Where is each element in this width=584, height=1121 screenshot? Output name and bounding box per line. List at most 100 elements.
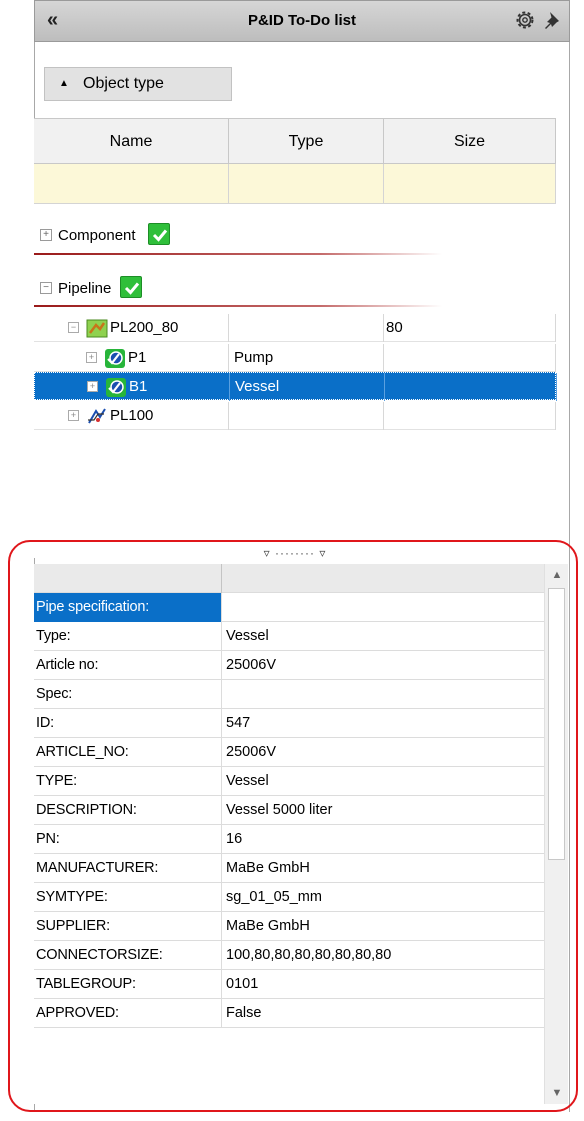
expand-icon[interactable]: +: [87, 381, 98, 392]
property-value[interactable]: [226, 593, 542, 622]
property-key: SYMTYPE:: [34, 883, 222, 912]
tree-row-pl100[interactable]: + PL100: [34, 402, 556, 430]
filter-cell-size[interactable]: [384, 164, 556, 204]
column-divider: [384, 373, 385, 401]
property-value[interactable]: False: [226, 999, 542, 1028]
property-row[interactable]: DESCRIPTION: Vessel 5000 liter: [34, 796, 544, 825]
property-key: ARTICLE_NO:: [34, 738, 222, 767]
property-value[interactable]: MaBe GmbH: [226, 854, 542, 883]
property-row[interactable]: TYPE: Vessel: [34, 767, 544, 796]
property-row[interactable]: Article no: 25006V: [34, 651, 544, 680]
property-row[interactable]: CONNECTORSIZE: 100,80,80,80,80,80,80,80: [34, 941, 544, 970]
column-divider: [229, 373, 230, 401]
group-label: Pipeline: [58, 280, 112, 297]
tree-item-type: Vessel: [235, 378, 280, 395]
tree-item-name: PL100: [110, 407, 154, 424]
property-value[interactable]: [226, 680, 542, 709]
column-divider: [228, 314, 229, 342]
pin-icon[interactable]: [541, 8, 565, 32]
scroll-down-icon[interactable]: ▼: [545, 1082, 569, 1104]
scrollbar-thumb[interactable]: [548, 588, 565, 860]
tree-item-name: PL200_80: [110, 319, 179, 336]
property-scrollbar[interactable]: ▲ ▼: [544, 564, 568, 1104]
property-key: Spec:: [34, 680, 222, 709]
panel-title: P&ID To-Do list: [247, 12, 357, 29]
property-key: TYPE:: [34, 767, 222, 796]
property-key: Type:: [34, 622, 222, 651]
property-key: Pipe specification:: [34, 593, 222, 622]
column-divider: [383, 402, 384, 430]
tree-row-b1[interactable]: + B1 Vessel: [34, 372, 557, 401]
property-header-row: [34, 564, 544, 593]
scroll-up-icon[interactable]: ▲: [545, 564, 569, 586]
group-row-component[interactable]: + Component: [34, 223, 454, 253]
gear-icon[interactable]: [513, 8, 537, 32]
property-value[interactable]: Vessel: [226, 622, 542, 651]
property-grid: Pipe specification: Type: Vessel Article…: [34, 564, 544, 1104]
property-row[interactable]: Pipe specification:: [34, 593, 544, 622]
tree-row-p1[interactable]: + P1 Pump: [34, 344, 556, 372]
property-row[interactable]: ARTICLE_NO: 25006V: [34, 738, 544, 767]
column-divider: [555, 314, 556, 342]
property-row[interactable]: ID: 547: [34, 709, 544, 738]
component-status-icon: [106, 378, 126, 397]
property-row[interactable]: APPROVED: False: [34, 999, 544, 1028]
property-header-key: [34, 564, 222, 593]
property-value[interactable]: sg_01_05_mm: [226, 883, 542, 912]
property-key: ID:: [34, 709, 222, 738]
group-separator: [34, 253, 442, 255]
pipeline-assembly-icon: [86, 319, 108, 338]
property-value[interactable]: 0101: [226, 970, 542, 999]
pipe-line-icon: [88, 408, 106, 424]
property-value[interactable]: 25006V: [226, 651, 542, 680]
property-key: TABLEGROUP:: [34, 970, 222, 999]
property-value[interactable]: 100,80,80,80,80,80,80,80: [226, 941, 542, 970]
column-divider: [555, 402, 556, 430]
column-header-type[interactable]: Type: [229, 118, 384, 164]
group-row-pipeline[interactable]: − Pipeline: [34, 276, 454, 306]
column-divider: [383, 314, 384, 342]
property-key: DESCRIPTION:: [34, 796, 222, 825]
expand-icon[interactable]: +: [86, 352, 97, 363]
column-header-name[interactable]: Name: [34, 118, 229, 164]
collapse-icon[interactable]: −: [68, 322, 79, 333]
property-key: SUPPLIER:: [34, 912, 222, 941]
property-row[interactable]: SYMTYPE: sg_01_05_mm: [34, 883, 544, 912]
tree-row-pl200-80[interactable]: − PL200_80 80: [34, 314, 556, 342]
column-divider: [228, 402, 229, 430]
checkmark-icon: [120, 276, 142, 298]
tree-item-name: P1: [128, 349, 147, 366]
group-by-label: Object type: [83, 75, 164, 92]
property-row[interactable]: Type: Vessel: [34, 622, 544, 651]
panel-splitter[interactable]: ▿ ········ ▿: [34, 546, 556, 562]
filter-cell-name[interactable]: [34, 164, 229, 204]
property-key: PN:: [34, 825, 222, 854]
group-by-object-type-button[interactable]: ▲ Object type: [44, 67, 232, 101]
expand-icon[interactable]: +: [40, 229, 52, 241]
property-value[interactable]: MaBe GmbH: [226, 912, 542, 941]
property-value[interactable]: 16: [226, 825, 542, 854]
property-row[interactable]: SUPPLIER: MaBe GmbH: [34, 912, 544, 941]
property-value[interactable]: Vessel 5000 liter: [226, 796, 542, 825]
column-divider: [556, 373, 557, 401]
property-key: CONNECTORSIZE:: [34, 941, 222, 970]
tree-item-size: 80: [386, 319, 403, 336]
property-key: MANUFACTURER:: [34, 854, 222, 883]
property-value[interactable]: 547: [226, 709, 542, 738]
column-divider: [555, 344, 556, 372]
property-row[interactable]: TABLEGROUP: 0101: [34, 970, 544, 999]
collapse-icon[interactable]: −: [40, 282, 52, 294]
property-value[interactable]: 25006V: [226, 738, 542, 767]
title-bar: « P&ID To-Do list: [34, 0, 570, 42]
expand-icon[interactable]: +: [68, 410, 79, 421]
property-value[interactable]: Vessel: [226, 767, 542, 796]
sort-up-icon: ▲: [59, 78, 69, 89]
property-row[interactable]: MANUFACTURER: MaBe GmbH: [34, 854, 544, 883]
filter-cell-type[interactable]: [229, 164, 384, 204]
group-label: Component: [58, 227, 136, 244]
property-row[interactable]: PN: 16: [34, 825, 544, 854]
property-row[interactable]: Spec:: [34, 680, 544, 709]
tree-item-name: B1: [129, 378, 148, 395]
group-separator: [34, 305, 442, 307]
column-header-size[interactable]: Size: [384, 118, 556, 164]
